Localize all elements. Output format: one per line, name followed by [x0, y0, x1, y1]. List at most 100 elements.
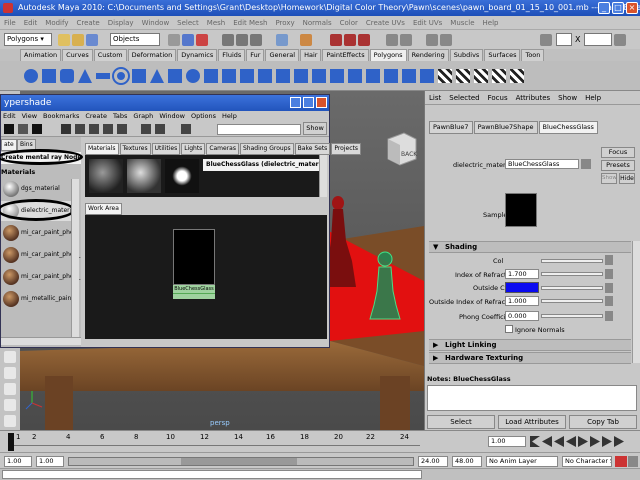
split-icon[interactable]: [384, 69, 398, 83]
extrude-icon[interactable]: [330, 69, 344, 83]
magnet-icon-2[interactable]: [400, 34, 412, 46]
shader-node-ports[interactable]: [173, 293, 215, 299]
menu-item[interactable]: Show: [558, 91, 577, 104]
go-to-start-icon[interactable]: [530, 436, 540, 447]
tab-projects[interactable]: Projects: [331, 143, 361, 155]
poly-pyramid-icon[interactable]: [150, 69, 164, 83]
minimize-icon[interactable]: [290, 97, 301, 108]
step-forward-key-icon[interactable]: [602, 436, 612, 447]
uv-auto-icon[interactable]: [510, 69, 524, 83]
shelf-tab[interactable]: General: [265, 49, 300, 61]
current-frame-field[interactable]: 1.00: [488, 436, 526, 447]
render-frame-icon[interactable]: [330, 34, 342, 46]
maximize-icon[interactable]: [303, 97, 314, 108]
close-icon[interactable]: ×: [626, 2, 638, 14]
x-field[interactable]: [556, 33, 572, 46]
graph-icon-8[interactable]: [181, 124, 191, 134]
graph-icon[interactable]: [61, 124, 71, 134]
playback-end-field[interactable]: 24.00: [418, 456, 448, 467]
play-backward-icon[interactable]: [566, 436, 576, 447]
map-button-icon[interactable]: [605, 283, 613, 293]
save-scene-icon[interactable]: [86, 34, 98, 46]
menu-item[interactable]: Edit: [24, 19, 38, 27]
menu-item[interactable]: View: [22, 111, 37, 121]
copy-tab-button[interactable]: Copy Tab: [569, 415, 637, 429]
shelf-tab[interactable]: Surfaces: [484, 49, 521, 61]
menu-item[interactable]: Help: [222, 111, 237, 121]
input-connection-icon[interactable]: [581, 159, 591, 169]
select-button[interactable]: Select: [427, 415, 495, 429]
step-back-key-icon[interactable]: [542, 436, 552, 447]
outside-ior-field[interactable]: 1.000: [505, 296, 539, 306]
tool-icon-2[interactable]: [440, 34, 452, 46]
magnet-icon[interactable]: [386, 34, 398, 46]
list-item[interactable]: mi_car_paint_phen_: [1, 245, 80, 265]
render-settings-icon[interactable]: [358, 34, 370, 46]
tab-bake-sets[interactable]: Bake Sets: [294, 143, 331, 155]
material-swatch[interactable]: [165, 159, 199, 193]
shelf-tab[interactable]: Toon: [521, 49, 545, 61]
tab-pawnblue7[interactable]: PawnBlue7: [429, 121, 473, 134]
start-time-field[interactable]: 1.00: [4, 456, 32, 467]
menu-item[interactable]: Edit: [3, 111, 16, 121]
preferences-icon[interactable]: [628, 456, 638, 467]
shelf-tab[interactable]: Subdivs: [449, 49, 484, 61]
ior-slider[interactable]: [541, 272, 603, 276]
rotate-tool-icon[interactable]: [4, 399, 16, 411]
map-button-icon[interactable]: [605, 311, 613, 321]
move-tool-icon[interactable]: [4, 383, 16, 395]
tab-create[interactable]: ate: [1, 139, 17, 151]
menu-item[interactable]: Create: [85, 111, 107, 121]
list-item[interactable]: mi_car_paint_phen_: [1, 267, 80, 287]
time-slider[interactable]: 1 2 4 6 8 10 12 14 16 18 20 22 24 1.00: [0, 430, 640, 452]
mel-command-input[interactable]: [2, 470, 422, 479]
select-tool-icon[interactable]: [4, 351, 16, 363]
light-linking-section[interactable]: ▶ Light Linking: [429, 339, 631, 351]
poly-torus-icon[interactable]: [114, 69, 128, 83]
outside-ior-slider[interactable]: [541, 299, 603, 303]
tab-shading-groups[interactable]: Shading Groups: [239, 143, 294, 155]
menu-item[interactable]: Display: [108, 19, 134, 27]
shading-section[interactable]: ▼ Shading: [429, 241, 631, 253]
menu-item[interactable]: Edit UVs: [413, 19, 442, 27]
menu-item[interactable]: Normals: [303, 19, 332, 27]
poly-sphere-icon[interactable]: [24, 69, 38, 83]
tab-work-area[interactable]: Work Area: [85, 203, 122, 215]
shelf-tab[interactable]: Custom: [93, 49, 127, 61]
poly-plane-icon[interactable]: [96, 73, 110, 79]
ignore-normals-checkbox[interactable]: [505, 325, 513, 333]
anim-layer-dropdown[interactable]: No Anim Layer: [486, 456, 558, 467]
graph-icon-6[interactable]: [141, 124, 151, 134]
poly-cone-icon[interactable]: [78, 69, 92, 83]
hide-button[interactable]: Hide: [619, 173, 635, 184]
menu-item[interactable]: Mesh: [207, 19, 225, 27]
menu-item[interactable]: Attributes: [516, 91, 551, 104]
col-slider[interactable]: [541, 259, 603, 263]
menu-item[interactable]: Select: [177, 19, 199, 27]
range-handle[interactable]: [181, 458, 297, 465]
graph-icon-4[interactable]: [103, 124, 113, 134]
poly-cube-icon[interactable]: [42, 69, 56, 83]
shelf-tab[interactable]: Hair: [300, 49, 322, 61]
construction-history-icon[interactable]: [300, 34, 312, 46]
extract-icon[interactable]: [258, 69, 272, 83]
open-scene-icon[interactable]: [72, 34, 84, 46]
menu-item[interactable]: Create: [76, 19, 99, 27]
poly-prism-icon[interactable]: [132, 69, 146, 83]
character-set-dropdown[interactable]: No Character Set: [562, 456, 612, 467]
current-time-marker[interactable]: [8, 433, 14, 451]
menu-item[interactable]: Focus: [488, 91, 508, 104]
graph-icon-5[interactable]: [117, 124, 127, 134]
graph-icon-7[interactable]: [155, 124, 165, 134]
menu-item[interactable]: Edit Mesh: [233, 19, 267, 27]
close-icon[interactable]: [316, 97, 327, 108]
menu-item[interactable]: Create UVs: [366, 19, 405, 27]
go-to-end-icon[interactable]: [614, 436, 624, 447]
snap-curve-icon[interactable]: [236, 34, 248, 46]
tab-bluechessglass[interactable]: BlueChessGlass: [538, 121, 598, 134]
layout-icon-2[interactable]: [18, 124, 28, 134]
offset-edge-icon[interactable]: [420, 69, 434, 83]
menu-item[interactable]: Color: [340, 19, 358, 27]
range-bar[interactable]: [68, 457, 414, 466]
list-item[interactable]: mi_car_paint_phen: [1, 223, 77, 243]
